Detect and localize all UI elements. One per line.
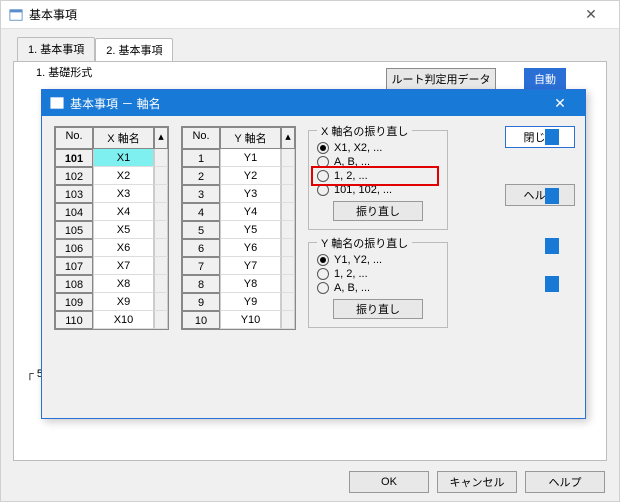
- table-row[interactable]: 106X6: [55, 239, 168, 257]
- close-button[interactable]: 閉じる: [505, 126, 575, 148]
- tab-1[interactable]: 1. 基本事項: [17, 37, 95, 61]
- radio-label: 1, 2, ...: [334, 268, 368, 280]
- col-name: X 軸名: [93, 127, 154, 149]
- radio-option[interactable]: A, B, ...: [317, 281, 439, 295]
- table-row[interactable]: 104X4: [55, 203, 168, 221]
- table-row[interactable]: 102X2: [55, 167, 168, 185]
- side-marker: [545, 188, 559, 204]
- table-row[interactable]: 4Y4: [182, 203, 295, 221]
- table-row[interactable]: 10Y10: [182, 311, 295, 329]
- y-axis-table[interactable]: No. Y 軸名 ▴ 1Y12Y23Y34Y45Y56Y67Y78Y89Y910…: [181, 126, 296, 330]
- table-row[interactable]: 3Y3: [182, 185, 295, 203]
- radio-icon: [317, 170, 329, 182]
- parent-titlebar: 基本事項 ✕: [1, 1, 619, 29]
- col-no: No.: [182, 127, 220, 149]
- table-row[interactable]: 108X8: [55, 275, 168, 293]
- table-row[interactable]: 1Y1: [182, 149, 295, 167]
- radio-icon: [317, 254, 329, 266]
- radio-icon: [317, 282, 329, 294]
- dialog-titlebar: 基本事項 － 軸名 ✕: [42, 90, 585, 116]
- table-row[interactable]: 109X9: [55, 293, 168, 311]
- table-row[interactable]: 5Y5: [182, 221, 295, 239]
- radio-label: A, B, ...: [334, 282, 370, 294]
- radio-label: 1, 2, ...: [334, 170, 368, 182]
- close-icon[interactable]: ✕: [571, 6, 611, 23]
- table-row[interactable]: 105X5: [55, 221, 168, 239]
- x-renumber-button[interactable]: 振り直し: [333, 201, 423, 221]
- radio-option[interactable]: A, B, ...: [317, 155, 439, 169]
- dialog-help-button[interactable]: ヘルプ: [505, 184, 575, 206]
- parent-window: 基本事項 ✕ 1. 基本事項 2. 基本事項 1. 基礎形式 ルート判定用データ…: [0, 0, 620, 502]
- y-group-label: Y 軸名の振り直し: [317, 235, 412, 251]
- route-data-button[interactable]: ルート判定用データ: [386, 68, 496, 90]
- chevron-up-icon[interactable]: ▴: [281, 127, 295, 149]
- table-row[interactable]: 103X3: [55, 185, 168, 203]
- ok-button[interactable]: OK: [349, 471, 429, 493]
- y-renumber-button[interactable]: 振り直し: [333, 299, 423, 319]
- table-row[interactable]: 8Y8: [182, 275, 295, 293]
- radio-option[interactable]: X1, X2, ...: [317, 141, 439, 155]
- radio-label: Y1, Y2, ...: [334, 254, 382, 266]
- side-marker: [545, 276, 559, 292]
- radio-option[interactable]: Y1, Y2, ...: [317, 253, 439, 267]
- tab-strip: 1. 基本事項 2. 基本事項: [17, 37, 607, 61]
- radio-label: X1, X2, ...: [334, 142, 382, 154]
- table-row[interactable]: 7Y7: [182, 257, 295, 275]
- col-name: Y 軸名: [220, 127, 281, 149]
- app-icon: [50, 96, 64, 110]
- table-row[interactable]: 101X1: [55, 149, 168, 167]
- y-renumber-group: Y 軸名の振り直し Y1, Y2, ...1, 2, ...A, B, ... …: [308, 242, 448, 328]
- chevron-up-icon[interactable]: ▴: [154, 127, 168, 149]
- app-icon: [9, 8, 23, 22]
- radio-label: 101, 102, ...: [334, 184, 392, 196]
- radio-icon: [317, 268, 329, 280]
- radio-label: A, B, ...: [334, 156, 370, 168]
- table-row[interactable]: 9Y9: [182, 293, 295, 311]
- dialog-title: 基本事項 － 軸名: [70, 95, 543, 112]
- col-no: No.: [55, 127, 93, 149]
- group-1-label: 1. 基礎形式: [32, 64, 96, 80]
- radio-icon: [317, 156, 329, 168]
- x-group-label: X 軸名の振り直し: [317, 123, 412, 139]
- tab-2[interactable]: 2. 基本事項: [95, 38, 173, 62]
- table-row[interactable]: 2Y2: [182, 167, 295, 185]
- table-row[interactable]: 6Y6: [182, 239, 295, 257]
- radio-option[interactable]: 1, 2, ...: [317, 267, 439, 281]
- close-icon[interactable]: ✕: [543, 95, 577, 112]
- table-row[interactable]: 107X7: [55, 257, 168, 275]
- x-axis-table[interactable]: No. X 軸名 ▴ 101X1102X2103X3104X4105X5106X…: [54, 126, 169, 330]
- auto-button[interactable]: 自動: [524, 68, 566, 90]
- cancel-button[interactable]: キャンセル: [437, 471, 517, 493]
- parent-title: 基本事項: [29, 6, 571, 23]
- table-row[interactable]: 110X10: [55, 311, 168, 329]
- radio-option[interactable]: 1, 2, ...: [317, 169, 439, 183]
- help-button[interactable]: ヘルプ: [525, 471, 605, 493]
- footer-buttons: OK キャンセル ヘルプ: [349, 471, 605, 493]
- radio-icon: [317, 184, 329, 196]
- x-renumber-group: X 軸名の振り直し X1, X2, ...A, B, ...1, 2, ...1…: [308, 130, 448, 230]
- dialog-body: No. X 軸名 ▴ 101X1102X2103X3104X4105X5106X…: [42, 116, 585, 340]
- side-marker: [545, 238, 559, 254]
- axis-name-dialog: 基本事項 － 軸名 ✕ No. X 軸名 ▴ 101X1102X2103X310…: [41, 89, 586, 419]
- radio-icon: [317, 142, 329, 154]
- side-marker: [545, 129, 559, 145]
- radio-option[interactable]: 101, 102, ...: [317, 183, 439, 197]
